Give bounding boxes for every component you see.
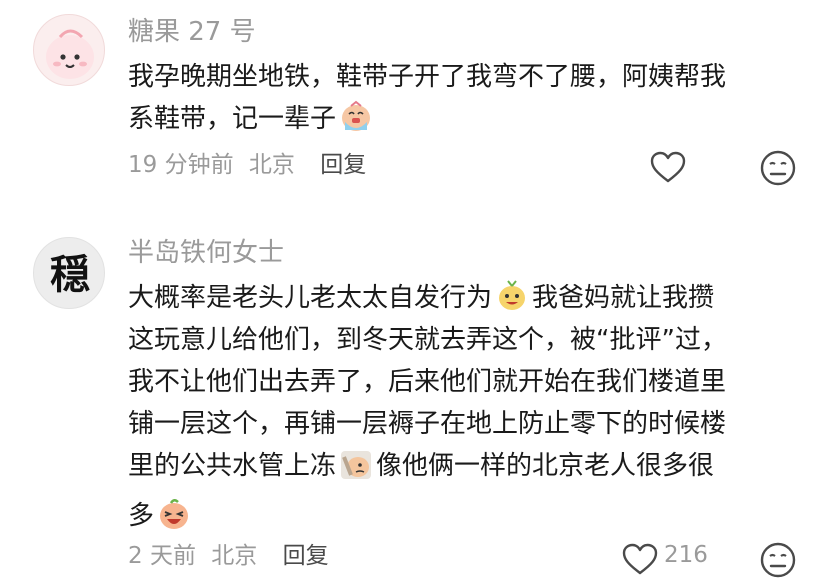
reply-button[interactable]: 回复 xyxy=(283,543,329,569)
username[interactable]: 半岛铁何女士 xyxy=(128,235,284,271)
comment-time: 2 天前 xyxy=(128,543,196,569)
comment-text-line: 多 xyxy=(128,496,194,536)
smug-face-sticker xyxy=(499,280,526,310)
reply-button[interactable]: 回复 xyxy=(320,152,366,178)
laughing-face-sticker xyxy=(160,499,189,529)
like-button[interactable] xyxy=(648,148,688,188)
comment-meta: 2 天前 北京 回复 xyxy=(128,540,329,572)
facepalm-sticker xyxy=(341,451,372,479)
dislike-button[interactable] xyxy=(758,540,798,580)
peach-avatar-icon xyxy=(46,29,94,79)
dislike-button[interactable] xyxy=(758,148,798,188)
comment-text-line: 里的公共水管上冻 像他俩一样的北京老人很多很 xyxy=(128,446,714,486)
username[interactable]: 糖果 27 号 xyxy=(128,14,256,50)
heart-outline-icon xyxy=(622,543,658,575)
calligraphy-avatar-icon: 穏 xyxy=(50,251,90,298)
comment-meta: 19 分钟前 北京 回复 xyxy=(128,149,366,181)
avatar-text: 穏 xyxy=(50,251,90,298)
comment-location: 北京 xyxy=(211,543,258,569)
crying-face-sticker xyxy=(342,100,371,131)
comment-text-line: 系鞋带，记一辈子 xyxy=(128,99,376,139)
avatar[interactable] xyxy=(33,14,105,86)
like-button[interactable]: 216 xyxy=(620,540,720,580)
avatar[interactable]: 穏 xyxy=(33,237,105,309)
neutral-face-icon xyxy=(760,542,796,578)
comment-text-line: 我不让他们出去弄了，后来他们就开始在我们楼道里 xyxy=(128,367,727,397)
like-count: 216 xyxy=(664,542,708,568)
comment-text-line: 这玩意儿给他们，到冬天就去弄这个，被“批评”过， xyxy=(128,325,727,355)
comment-time: 19 分钟前 xyxy=(128,152,234,178)
heart-outline-icon xyxy=(650,151,686,183)
neutral-face-icon xyxy=(760,150,796,186)
comment-location: 北京 xyxy=(248,152,295,178)
comment-text-line: 大概率是老头儿老太太自发行为 我爸妈就让我攒 xyxy=(128,278,714,318)
comment-text-line: 我孕晚期坐地铁，鞋带子开了我弯不了腰，阿姨帮我 xyxy=(128,62,727,92)
comment-text-line: 铺一层这个，再铺一层褥子在地上防止零下的时候楼 xyxy=(128,409,727,439)
